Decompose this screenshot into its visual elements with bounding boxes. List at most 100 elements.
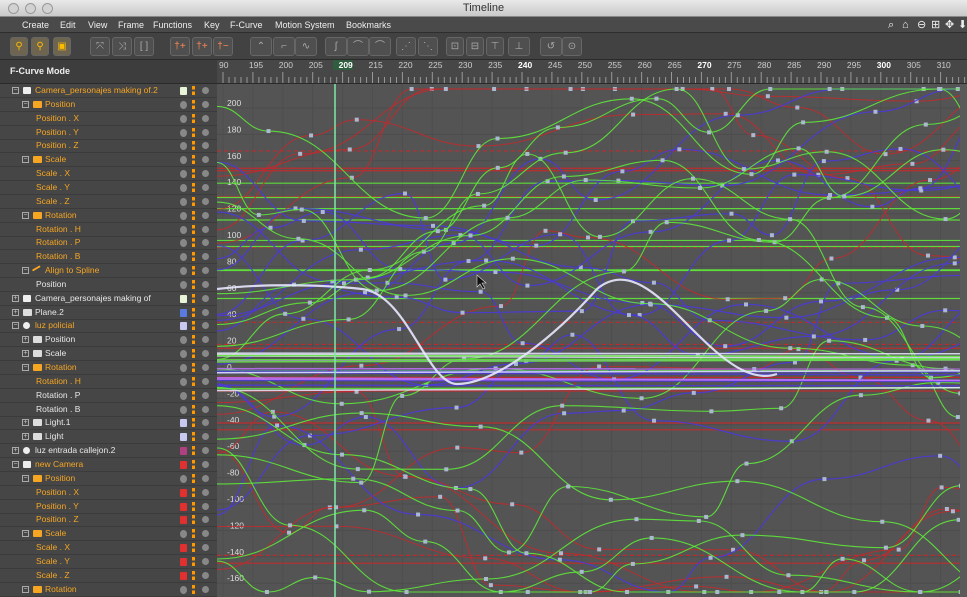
fcurve-graph[interactable]: 200 180 160 140 120 100 80 60 40 20 0 -20 -40 -60 -80-… <box>217 84 967 597</box>
visibility-dot-icon[interactable] <box>202 267 209 275</box>
visibility-dot-icon[interactable] <box>202 502 209 510</box>
pin-icon[interactable]: ⬇ <box>958 18 967 32</box>
collapse-icon[interactable]: − <box>22 100 29 108</box>
key-toggle-icon[interactable] <box>192 487 195 497</box>
color-swatch[interactable] <box>180 447 187 456</box>
collapse-icon[interactable]: − <box>22 474 29 482</box>
tree-row[interactable]: − Scale <box>0 153 217 168</box>
tree-row[interactable]: Position . Z <box>0 513 217 528</box>
tree-row[interactable]: Scale . Z <box>0 569 217 583</box>
tree-row[interactable]: Position . Y <box>0 126 217 140</box>
visibility-dot-icon[interactable] <box>202 156 209 164</box>
spline-icon[interactable]: ∫ <box>325 37 347 56</box>
color-swatch[interactable] <box>180 183 187 192</box>
key-toggle-icon[interactable] <box>192 127 195 137</box>
visibility-dot-icon[interactable] <box>202 530 209 538</box>
tangent-unify-icon[interactable]: ⋱ <box>418 37 438 56</box>
expand-icon[interactable]: + <box>12 294 19 302</box>
tree-row[interactable]: Position <box>0 278 217 292</box>
color-swatch[interactable] <box>180 156 187 165</box>
menu-view[interactable]: View <box>88 18 107 32</box>
visibility-dot-icon[interactable] <box>202 516 209 524</box>
frame-selected-icon[interactable]: ⤨ <box>112 37 132 56</box>
tree-row[interactable]: − Align to Spline <box>0 264 217 279</box>
visibility-dot-icon[interactable] <box>202 114 209 122</box>
tree-row[interactable]: Position . X <box>0 112 217 126</box>
tree-row[interactable]: Scale . Y <box>0 555 217 569</box>
collapse-icon[interactable]: − <box>12 322 19 330</box>
visibility-dot-icon[interactable] <box>202 364 209 371</box>
home-icon[interactable]: ⌂ <box>902 18 909 32</box>
color-swatch[interactable] <box>180 488 187 497</box>
expand-icon[interactable]: + <box>22 336 29 344</box>
visibility-dot-icon[interactable] <box>202 419 209 427</box>
add-keys-icon[interactable]: †+ <box>192 37 212 56</box>
key-toggle-icon[interactable] <box>192 515 195 525</box>
lock-value-icon[interactable]: ⊟ <box>466 37 484 56</box>
color-swatch[interactable] <box>180 557 187 566</box>
visibility-dot-icon[interactable] <box>202 197 209 205</box>
tree-row[interactable]: Scale . Y <box>0 181 217 195</box>
key-toggle-icon[interactable] <box>192 99 195 109</box>
collapse-icon[interactable]: − <box>12 460 19 468</box>
menu-create[interactable]: Create <box>22 18 49 32</box>
menu-f-curve[interactable]: F-Curve <box>230 18 263 32</box>
key-toggle-icon[interactable] <box>192 529 195 539</box>
key-toggle-icon[interactable] <box>192 501 195 511</box>
visibility-dot-icon[interactable] <box>202 474 209 482</box>
lock-icon[interactable]: ⊡ <box>446 37 464 56</box>
visibility-dot-icon[interactable] <box>202 183 209 191</box>
color-swatch[interactable] <box>180 377 187 386</box>
collapse-icon[interactable]: − <box>22 211 29 219</box>
tree-row[interactable]: Rotation . P <box>0 389 217 403</box>
visibility-dot-icon[interactable] <box>202 544 209 552</box>
color-swatch[interactable] <box>180 350 187 359</box>
visibility-dot-icon[interactable] <box>202 377 209 385</box>
ease-icon[interactable]: ∿ <box>295 37 317 56</box>
visibility-dot-icon[interactable] <box>202 336 209 344</box>
visibility-dot-icon[interactable] <box>202 87 209 94</box>
tree-row[interactable]: + Plane.2 <box>0 306 217 320</box>
search-icon[interactable]: ⌕ <box>888 18 894 32</box>
key-toggle-icon[interactable] <box>192 404 195 414</box>
visibility-dot-icon[interactable] <box>202 225 209 233</box>
color-swatch[interactable] <box>180 433 187 442</box>
visibility-dot-icon[interactable] <box>202 447 209 455</box>
key-toggle-icon[interactable] <box>192 293 195 303</box>
menu-functions[interactable]: Functions <box>153 18 192 32</box>
key-toggle-icon[interactable] <box>192 224 195 234</box>
collapse-icon[interactable]: − <box>12 87 19 94</box>
color-swatch[interactable] <box>180 239 187 248</box>
visibility-dot-icon[interactable] <box>202 308 209 316</box>
tree-row[interactable]: + Light <box>0 430 217 445</box>
color-swatch[interactable] <box>180 460 187 469</box>
menu-frame[interactable]: Frame <box>118 18 144 32</box>
color-swatch[interactable] <box>180 142 187 151</box>
tree-row[interactable]: Rotation . B <box>0 403 217 417</box>
key-toggle-icon[interactable] <box>192 543 195 553</box>
tree-row[interactable]: Position . Z <box>0 139 217 154</box>
remove-key-icon[interactable]: †− <box>213 37 233 56</box>
key-toggle-icon[interactable] <box>192 335 195 345</box>
ease-out-icon[interactable]: ⌒ <box>369 37 391 56</box>
key-toggle-icon[interactable] <box>192 321 195 331</box>
tree-row[interactable]: Position . X <box>0 486 217 500</box>
tree-row[interactable]: − Camera_personajes making of.2 <box>0 84 217 98</box>
menu-bookmarks[interactable]: Bookmarks <box>346 18 391 32</box>
menu-key[interactable]: Key <box>204 18 220 32</box>
visibility-dot-icon[interactable] <box>202 405 209 413</box>
color-swatch[interactable] <box>180 419 187 428</box>
timeline-ruler[interactable]: 90 195 200 205 209 215 220 225 230 235 240 245 250 25… <box>217 60 967 84</box>
expand-icon[interactable]: + <box>22 350 29 358</box>
color-swatch[interactable] <box>180 516 187 525</box>
tree-row[interactable]: Rotation . P <box>0 236 217 251</box>
tree-row[interactable]: + luz entrada callejon.2 <box>0 444 217 459</box>
expand-icon[interactable]: + <box>12 447 19 455</box>
zoom-fit-icon[interactable]: [ ] <box>134 37 154 56</box>
color-swatch[interactable] <box>180 170 187 179</box>
key-toggle-icon[interactable] <box>192 141 195 151</box>
zoom-button[interactable] <box>42 3 53 14</box>
key-toggle-icon[interactable] <box>192 556 195 566</box>
visibility-dot-icon[interactable] <box>202 350 209 358</box>
color-swatch[interactable] <box>180 87 187 95</box>
